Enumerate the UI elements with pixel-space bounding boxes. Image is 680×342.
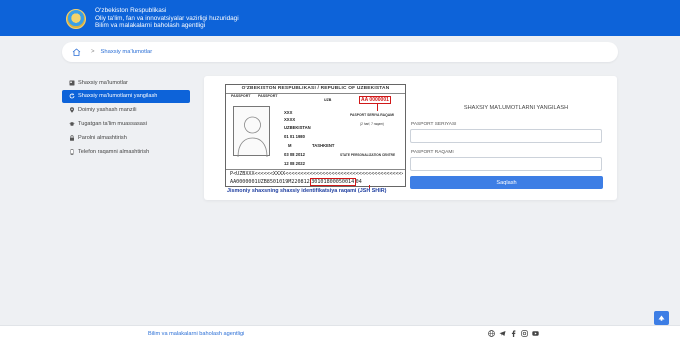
- header-line-3: Bilim va malakalarni baholash agentligi: [95, 22, 206, 30]
- passport-mrz-divider: [226, 169, 405, 170]
- sidebar-item-label: Shaxsiy ma'lumotlarni yangilash: [78, 93, 158, 100]
- footer-agency-link[interactable]: Bilim va malakalarni baholash agentligi: [148, 331, 244, 337]
- sidebar-item-update-personal-info[interactable]: Shaxsiy ma'lumotlarni yangilash: [62, 89, 190, 103]
- update-passport-card: O'ZBEKISTON RESPUBLIKASI / REPUBLIC OF U…: [204, 76, 617, 200]
- sidebar-item-label: Doimiy yashash manzili: [78, 107, 137, 114]
- footer: Bilim va malakalarni baholash agentligi: [0, 325, 680, 342]
- uzbekistan-emblem-icon[interactable]: [66, 9, 86, 29]
- form-title: SHAXSIY MA'LUMOTLARNI YANGILASH: [463, 105, 569, 111]
- passport-mrz-line-1: P<UZBXXX<<<<<<XXXX<<<<<<<<<<<<<<<<<<<<<<…: [230, 171, 403, 177]
- sidebar-item-personal-info[interactable]: Shaxsiy ma'lumotlar: [62, 76, 190, 89]
- lock-icon: [69, 135, 75, 141]
- passport-place-of-birth: TASHKENT: [312, 143, 335, 148]
- passport-nationality: UZBEKISTAN: [284, 125, 311, 130]
- mrz-line-2-end: 04: [355, 179, 362, 185]
- person-silhouette-icon: [237, 116, 268, 158]
- sidebar-item-label: Tugatgan ta'lim muassasasi: [78, 121, 147, 128]
- passport-dob: 01 01 1980: [284, 134, 305, 139]
- home-icon[interactable]: [72, 48, 81, 56]
- agency-title[interactable]: O‘zbekiston Respublikasi Oliy ta'lim, fa…: [95, 7, 239, 30]
- passport-sample-image: O'ZBEKISTON RESPUBLIKASI / REPUBLIC OF U…: [225, 84, 406, 198]
- passport-number-label: PASPORT RAQAMI: [411, 150, 454, 155]
- passport-frame: O'ZBEKISTON RESPUBLIKASI / REPUBLIC OF U…: [225, 84, 406, 187]
- passport-series-hint: (2 harf, 7 raqam): [360, 122, 384, 126]
- passport-mrz-line-2: AA0000001UZB8501019M220812 30101800050014…: [230, 178, 362, 186]
- mrz-pinfl-highlight: 30101800050014: [309, 178, 356, 186]
- scroll-to-top-button[interactable]: [654, 311, 669, 325]
- passport-given-name: XXXX: [284, 117, 296, 122]
- phone-icon: [69, 149, 75, 155]
- sidebar-item-label: Telefon raqamni almashtirish: [78, 148, 150, 155]
- pinfl-caption: Jismoniy shaxsning shaxsiy identifikatsi…: [227, 188, 387, 194]
- passport-authority: STATE PERSONALIZATION CENTRE: [340, 153, 396, 157]
- mrz-line-2-start: AA0000001UZB8501019M220812: [230, 179, 310, 185]
- breadcrumb-separator: >: [91, 49, 95, 55]
- passport-country-code: UZB: [324, 98, 332, 102]
- sidebar-item-label: Parolni almashtirish: [78, 135, 127, 142]
- save-button[interactable]: Saqlash: [410, 176, 603, 189]
- profile-sidebar: Shaxsiy ma'lumotlar Shaxsiy ma'lumotlarn…: [62, 76, 190, 159]
- instagram-icon[interactable]: [521, 330, 528, 337]
- location-pin-icon: [69, 107, 75, 114]
- passport-number-highlight: AA 0000001: [359, 96, 391, 104]
- sidebar-item-address[interactable]: Doimiy yashash manzili: [62, 104, 190, 117]
- sidebar-item-password[interactable]: Parolni almashtirish: [62, 132, 190, 145]
- passport-number-input[interactable]: [410, 157, 602, 171]
- breadcrumb: > Shaxsiy ma'lumotlar: [62, 42, 618, 62]
- passport-number-arrow: [377, 104, 378, 111]
- facebook-icon[interactable]: [510, 330, 517, 337]
- passport-sex: M: [288, 143, 292, 148]
- social-links: [488, 330, 539, 337]
- refresh-icon: [69, 93, 75, 99]
- sidebar-item-phone[interactable]: Telefon raqamni almashtirish: [62, 145, 190, 158]
- passport-photo: [233, 106, 270, 158]
- passport-title: O'ZBEKISTON RESPUBLIKASI / REPUBLIC OF U…: [241, 86, 390, 91]
- sidebar-item-label: Shaxsiy ma'lumotlar: [78, 79, 128, 86]
- sidebar-item-education[interactable]: Tugatgan ta'lim muassasasi: [62, 118, 190, 131]
- passport-type-label-2: PASSPORT: [258, 94, 278, 98]
- header-line-2: Oliy ta'lim, fan va innovatsiyalar vazir…: [95, 14, 239, 22]
- youtube-icon[interactable]: [532, 330, 539, 337]
- id-card-icon: [69, 80, 75, 86]
- passport-expiry-date: 12 08 2022: [284, 161, 305, 166]
- passport-type-label: PASSPORT: [231, 94, 251, 98]
- passport-surname: XXX: [284, 110, 293, 115]
- telegram-icon[interactable]: [499, 330, 506, 337]
- graduation-cap-icon: [69, 121, 75, 127]
- top-header: O‘zbekiston Respublikasi Oliy ta'lim, fa…: [0, 0, 680, 36]
- passport-divider: [226, 93, 405, 94]
- passport-issue-date: 03 08 2012: [284, 152, 305, 157]
- arrow-up-icon: [658, 315, 665, 321]
- breadcrumb-current[interactable]: Shaxsiy ma'lumotlar: [101, 49, 153, 55]
- header-line-1: O‘zbekiston Respublikasi: [95, 7, 167, 14]
- passport-series-label: PASPORT SERIYASI: [411, 122, 457, 127]
- passport-series-input[interactable]: [410, 129, 602, 143]
- passport-series-label: PASPORT SERIYA RAQAMI: [350, 113, 394, 117]
- globe-icon[interactable]: [488, 330, 495, 337]
